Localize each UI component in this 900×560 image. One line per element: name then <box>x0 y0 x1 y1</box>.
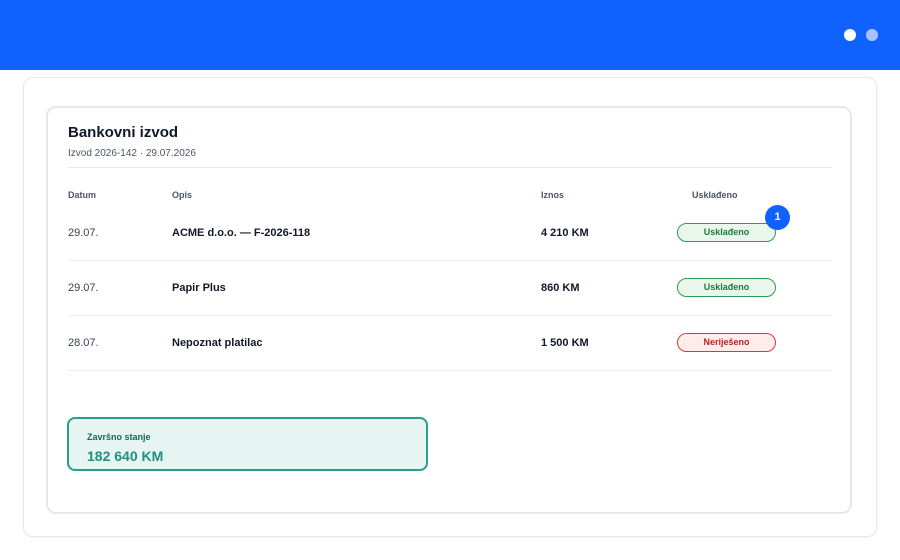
notification-count-badge[interactable]: 1 <box>765 205 790 230</box>
closing-balance-value: 182 640 KM <box>87 448 164 464</box>
column-header-amount: Iznos <box>541 190 565 200</box>
statement-subtitle: Izvod 2026-142 · 29.07.2026 <box>68 148 196 159</box>
window-dot-icon[interactable] <box>866 29 878 41</box>
table-row[interactable]: 29.07. Papir Plus 860 KM Usklađeno <box>68 261 832 316</box>
row-amount: 4 210 KM <box>541 227 589 239</box>
row-divider <box>68 370 832 371</box>
row-description: ACME d.o.o. — F-2026-118 <box>172 227 311 239</box>
closing-balance-label: Završno stanje <box>87 432 151 442</box>
row-date: 29.07. <box>68 282 99 294</box>
column-header-date: Datum <box>68 190 97 200</box>
column-header-reconciled: Usklađeno <box>692 190 738 200</box>
status-badge[interactable]: Usklađeno <box>677 223 776 242</box>
row-date: 28.07. <box>68 337 99 349</box>
window-dot-icon[interactable] <box>844 29 856 41</box>
table-row[interactable]: 29.07. ACME d.o.o. — F-2026-118 4 210 KM… <box>68 206 832 261</box>
status-badge[interactable]: Usklađeno <box>677 278 776 297</box>
column-header-description: Opis <box>172 190 193 200</box>
row-date: 29.07. <box>68 227 99 239</box>
row-amount: 1 500 KM <box>541 337 589 349</box>
table-row[interactable]: 28.07. Nepoznat platilac 1 500 KM Nerije… <box>68 316 832 371</box>
page-title: Bankovni izvod <box>68 124 179 141</box>
header-divider <box>68 167 832 168</box>
row-description: Papir Plus <box>172 282 226 294</box>
top-app-bar <box>0 0 900 70</box>
row-amount: 860 KM <box>541 282 580 294</box>
status-badge[interactable]: Neriješeno <box>677 333 776 352</box>
row-description: Nepoznat platilac <box>172 337 263 349</box>
closing-balance-card: Završno stanje 182 640 KM <box>67 417 428 471</box>
